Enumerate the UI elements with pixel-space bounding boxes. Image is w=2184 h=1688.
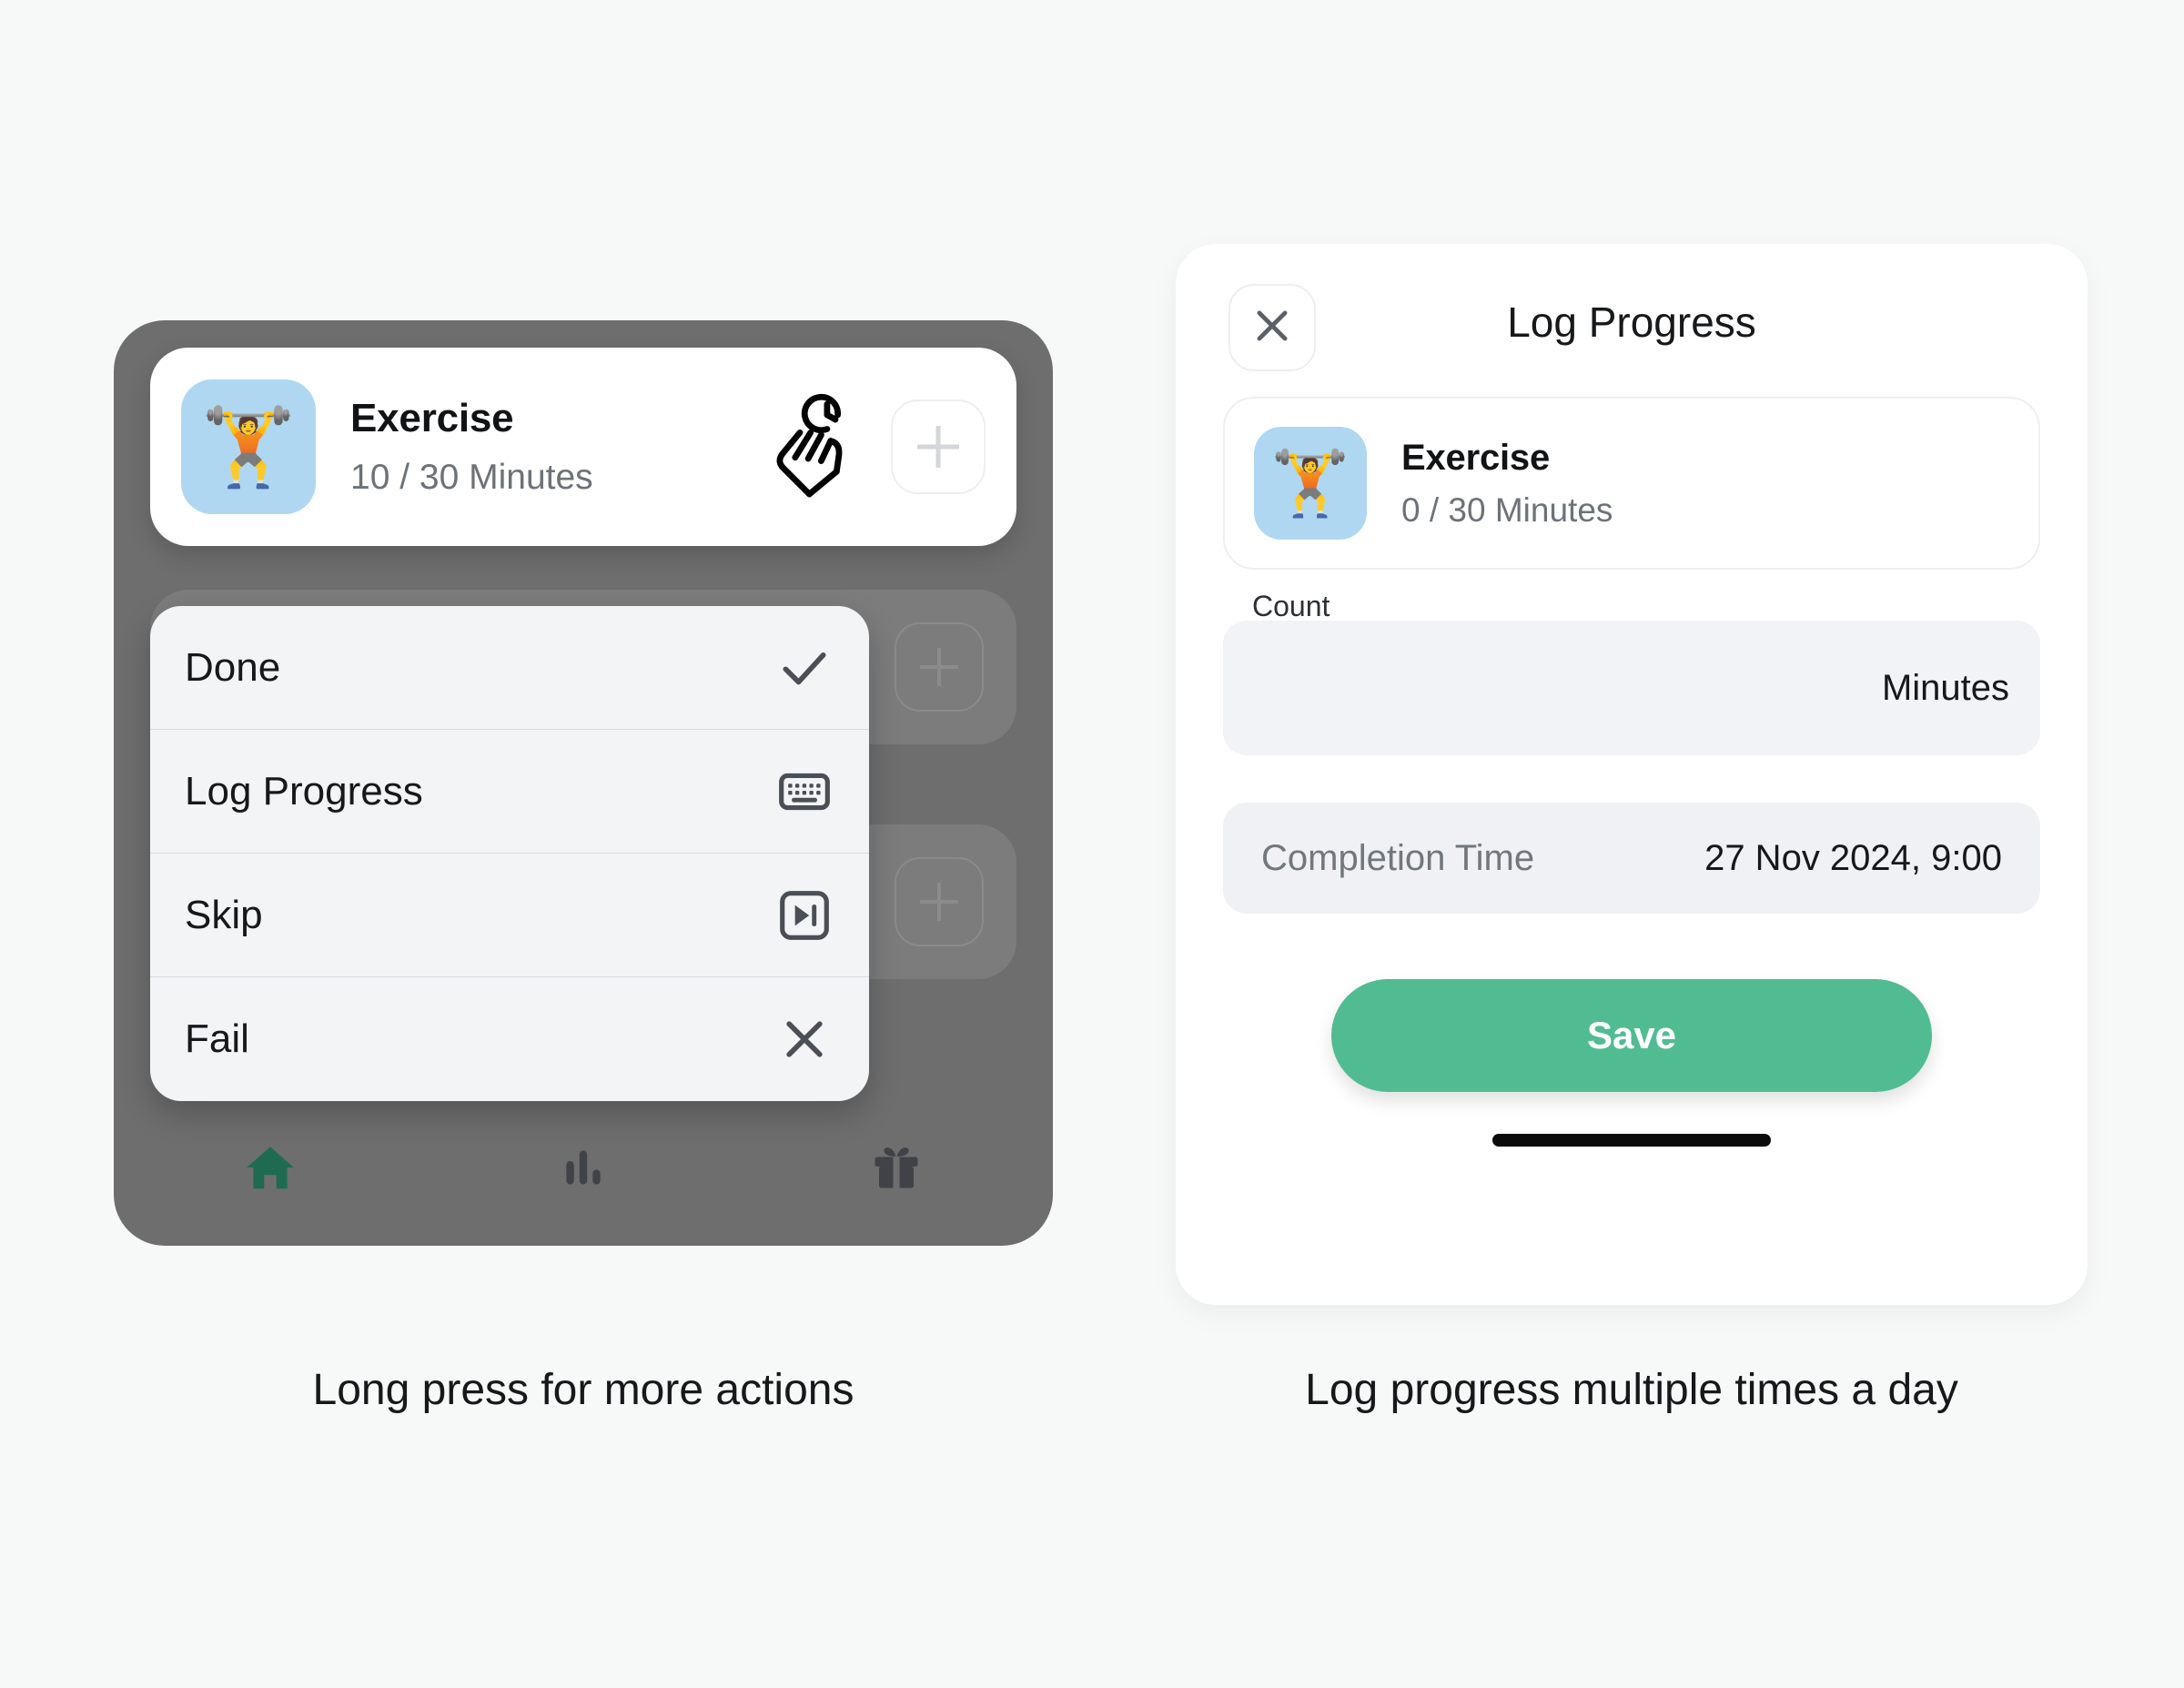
menu-item-label: Log Progress [185,768,423,814]
bar-chart-icon [558,1142,609,1198]
habit-card-text: Exercise 10 / 30 Minutes [350,396,753,498]
nav-item-rewards[interactable] [842,1129,951,1209]
habit-progress: 10 / 30 Minutes [350,458,593,497]
count-label: Count [1252,590,1330,622]
home-indicator [1492,1134,1771,1147]
long-press-hand-clock-icon [753,388,871,506]
sheet-header: Log Progress [1176,244,2088,393]
log-progress-sheet: Log Progress 🏋️ Exercise 0 / 30 Minutes … [1176,244,2088,1305]
menu-item-label: Done [185,644,281,690]
weightlifter-emoji: 🏋️ [181,379,316,514]
nav-item-home[interactable] [216,1129,325,1209]
menu-item-label: Skip [185,892,263,937]
habit-title: Exercise [350,396,514,440]
bottom-navigation [114,1129,1053,1209]
plus-icon[interactable] [895,857,984,946]
completion-time-label: Completion Time [1261,837,1535,878]
menu-item-fail[interactable]: Fail [150,977,869,1101]
habit-progress: 0 / 30 Minutes [1401,490,1613,529]
weightlifter-emoji: 🏋️ [1254,427,1367,540]
gift-icon [869,1140,924,1199]
close-button[interactable] [1228,284,1316,371]
screenshot-root: 🏋️ Exercise 10 / 30 Minutes Done Log Pro… [0,0,2184,1688]
skip-next-icon [776,887,833,944]
habit-title: Exercise [1401,437,1550,478]
left-phone-frame: 🏋️ Exercise 10 / 30 Minutes Done Log Pro… [114,320,1053,1246]
close-x-icon [776,1011,833,1067]
completion-time-value: 27 Nov 2024, 9:00 [1704,837,2002,878]
save-button[interactable]: Save [1331,979,1932,1092]
menu-item-done[interactable]: Done [150,606,869,730]
check-icon [776,640,833,696]
menu-item-label: Fail [185,1016,249,1061]
plus-icon[interactable] [895,622,984,712]
menu-item-skip[interactable]: Skip [150,854,869,977]
close-x-icon [1249,302,1296,354]
count-unit-label: Minutes [1881,667,2009,708]
nav-item-stats[interactable] [529,1129,638,1209]
habit-card-exercise[interactable]: 🏋️ Exercise 10 / 30 Minutes [150,348,1016,546]
keyboard-icon [776,763,833,820]
right-caption: Log progress multiple times a day [1305,1366,1958,1414]
home-icon [242,1139,298,1200]
context-menu: Done Log Progress Skip Fail [150,606,869,1101]
menu-item-log-progress[interactable]: Log Progress [150,730,869,854]
sheet-habit-card: 🏋️ Exercise 0 / 30 Minutes [1223,397,2040,570]
completion-time-row[interactable]: Completion Time 27 Nov 2024, 9:00 [1223,803,2040,914]
plus-icon[interactable] [891,399,986,494]
left-caption: Long press for more actions [312,1366,854,1414]
count-input-wrapper[interactable]: Count Minutes [1223,590,2040,755]
sheet-habit-text: Exercise 0 / 30 Minutes [1401,438,2009,530]
